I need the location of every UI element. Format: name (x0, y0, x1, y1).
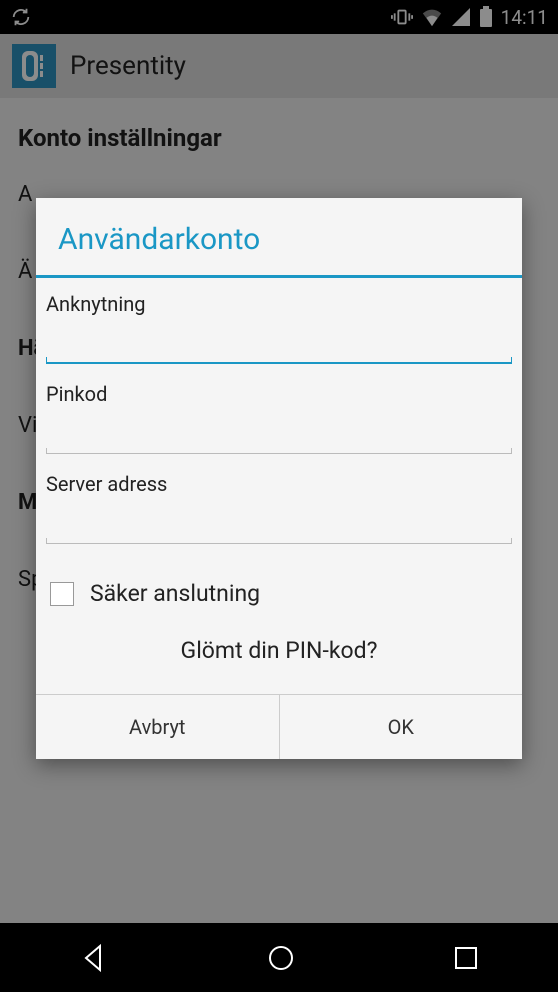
forgot-pin-link[interactable]: Glömt din PIN-kod? (46, 615, 512, 688)
input-underline (46, 538, 512, 548)
pin-input[interactable] (46, 410, 512, 448)
secure-connection-label: Säker anslutning (90, 580, 260, 607)
back-button[interactable] (78, 942, 110, 974)
server-input[interactable] (46, 500, 512, 538)
user-account-dialog: Användarkonto Anknytning Pinkod Server a… (36, 198, 522, 759)
navigation-bar (0, 923, 558, 992)
secure-connection-checkbox[interactable] (50, 582, 74, 606)
recents-button[interactable] (452, 944, 480, 972)
cancel-button[interactable]: Avbryt (36, 695, 279, 759)
input-underline (46, 448, 512, 458)
secure-connection-row[interactable]: Säker anslutning (46, 562, 512, 615)
ok-button[interactable]: OK (279, 695, 523, 759)
pin-label: Pinkod (46, 382, 512, 410)
input-underline (46, 358, 512, 368)
extension-label: Anknytning (46, 292, 512, 320)
extension-input[interactable] (46, 320, 512, 358)
dialog-title: Användarkonto (36, 198, 522, 275)
server-label: Server adress (46, 472, 512, 500)
home-button[interactable] (265, 942, 297, 974)
